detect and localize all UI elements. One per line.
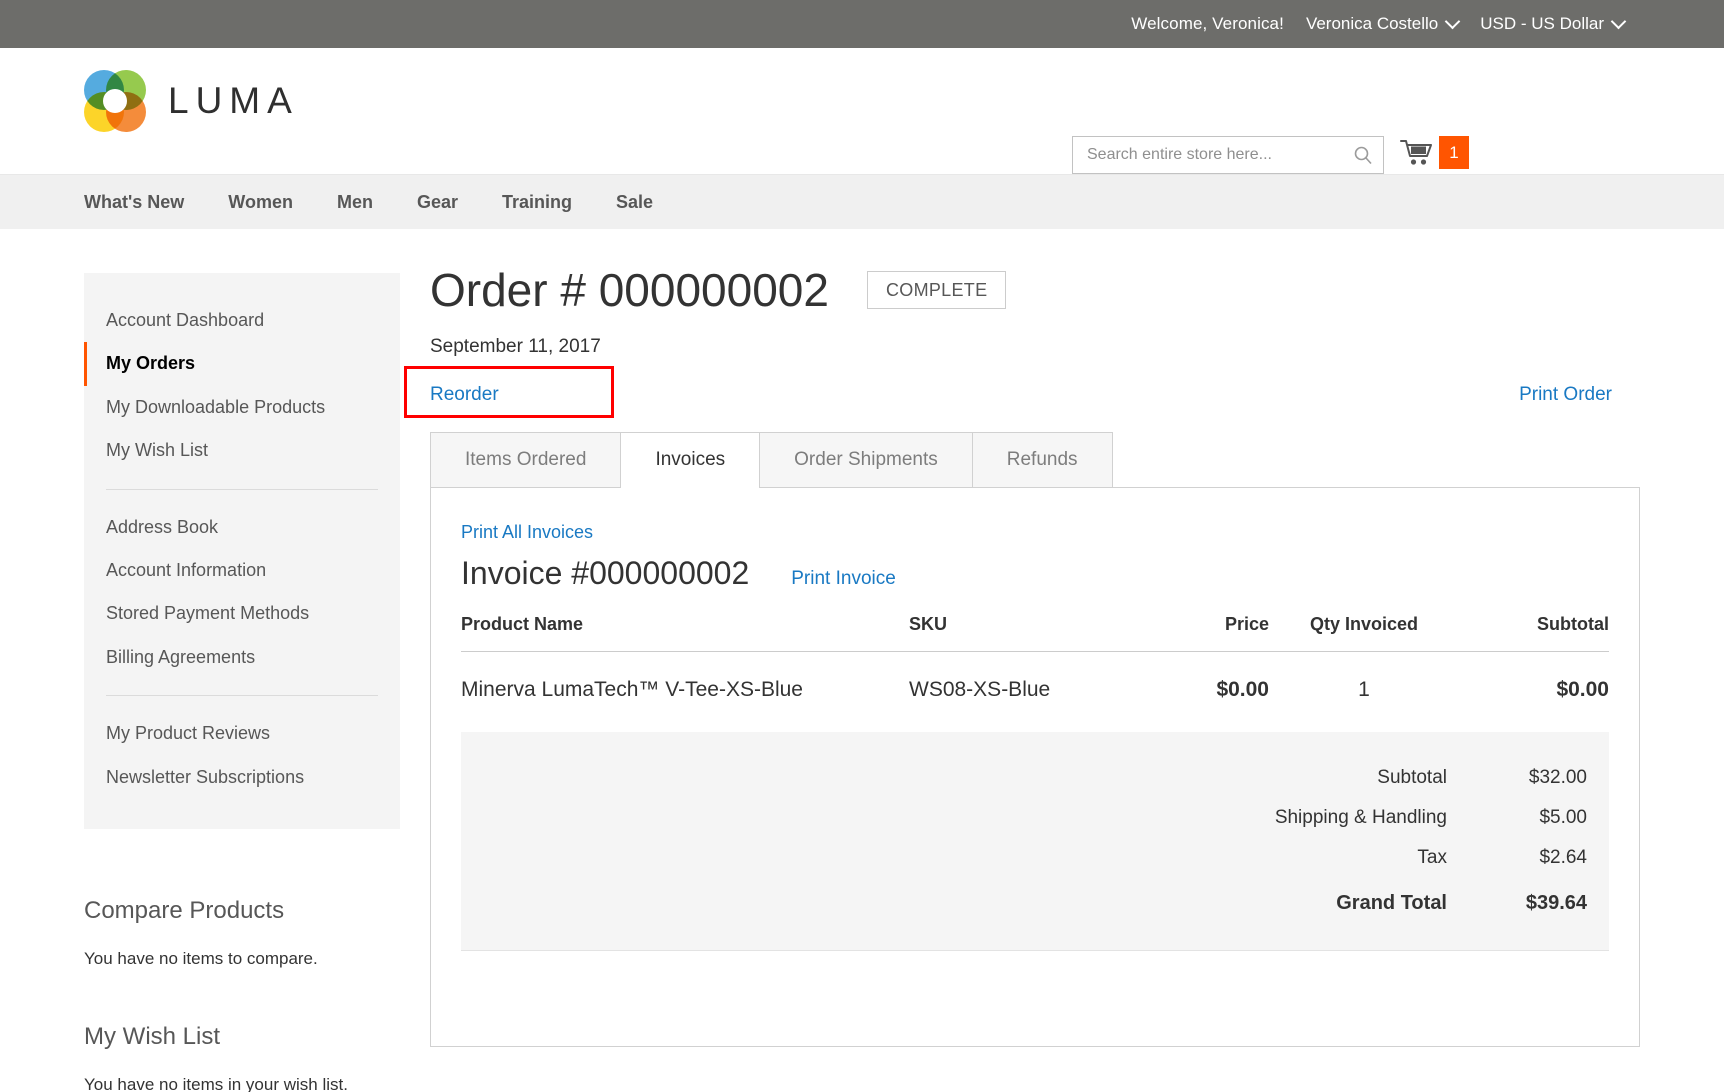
- wishlist-title: My Wish List: [84, 1022, 221, 1050]
- invoice-header-row: Invoice #000000002 Print Invoice: [461, 555, 1609, 592]
- tab-items-ordered[interactable]: Items Ordered: [430, 431, 622, 487]
- print-order-link[interactable]: Print Order: [1519, 384, 1640, 406]
- total-label-grand-total: Grand Total: [1336, 891, 1447, 914]
- reorder-link[interactable]: Reorder: [430, 384, 499, 406]
- col-qty-invoiced: Qty Invoiced: [1269, 613, 1459, 652]
- invoice-items-table: Product Name SKU Price Qty Invoiced Subt…: [461, 613, 1609, 730]
- account-nav: Account Dashboard My Orders My Downloada…: [84, 273, 400, 829]
- tab-refunds[interactable]: Refunds: [971, 431, 1113, 487]
- col-product-name: Product Name: [461, 613, 909, 652]
- print-all-invoices-link[interactable]: Print All Invoices: [461, 522, 593, 543]
- nav-item-sale[interactable]: Sale: [616, 175, 653, 230]
- luma-logo-icon: [84, 70, 146, 132]
- wishlist-widget: My Wish List You have no items in your w…: [84, 1023, 400, 1092]
- sidebar-item-my-wish-list[interactable]: My Wish List: [84, 429, 400, 472]
- table-row: Minerva LumaTech™ V-Tee-XS-Blue WS08-XS-…: [461, 651, 1609, 730]
- account-switcher[interactable]: Veronica Costello: [1305, 13, 1461, 34]
- total-row-tax: Tax $2.64: [461, 838, 1587, 878]
- cell-product-name: Minerva LumaTech™ V-Tee-XS-Blue: [461, 677, 803, 701]
- welcome-message: Welcome, Veronica!: [1131, 14, 1284, 33]
- compare-products-empty-text: You have no items to compare.: [84, 948, 318, 968]
- total-row-shipping: Shipping & Handling $5.00: [461, 798, 1587, 838]
- account-sidebar: Account Dashboard My Orders My Downloada…: [84, 229, 400, 1092]
- invoices-panel: Print All Invoices Invoice #000000002 Pr…: [430, 486, 1640, 1047]
- sidebar-item-my-orders[interactable]: My Orders: [84, 342, 400, 386]
- sidebar-item-my-downloadable-products[interactable]: My Downloadable Products: [84, 386, 400, 429]
- search-icon: [1354, 146, 1372, 165]
- page-title: Order # 000000002: [430, 264, 829, 316]
- order-status-badge: COMPLETE: [866, 271, 1007, 310]
- invoice-table-body: Minerva LumaTech™ V-Tee-XS-Blue WS08-XS-…: [461, 651, 1609, 730]
- nav-item-men[interactable]: Men: [337, 175, 373, 230]
- nav-item-gear[interactable]: Gear: [417, 175, 458, 230]
- cell-qty-invoiced: 1: [1358, 677, 1370, 701]
- cart-item-count: 1: [1439, 136, 1469, 169]
- logo-link[interactable]: LUMA: [84, 70, 299, 132]
- search-button[interactable]: [1343, 137, 1383, 173]
- total-value-subtotal: $32.00: [1528, 766, 1587, 788]
- currency-switcher[interactable]: USD - US Dollar: [1480, 13, 1627, 34]
- search-input[interactable]: [1072, 136, 1384, 174]
- chevron-down-icon: [1444, 13, 1461, 29]
- nav-item-women[interactable]: Women: [228, 175, 293, 230]
- wishlist-empty-text: You have no items in your wish list.: [84, 1074, 348, 1092]
- cell-subtotal: $0.00: [1556, 677, 1609, 701]
- invoice-totals: Subtotal $32.00 Shipping & Handling $5.0…: [461, 731, 1609, 951]
- order-actions-row: Reorder Print Order: [404, 365, 1640, 418]
- total-value-grand-total: $39.64: [1525, 891, 1587, 914]
- shopping-cart-icon: [1400, 139, 1432, 165]
- page-body: Account Dashboard My Orders My Downloada…: [0, 229, 1724, 1092]
- total-value-tax: $2.64: [1539, 846, 1587, 868]
- sidebar-item-account-information[interactable]: Account Information: [84, 549, 400, 592]
- tab-order-shipments[interactable]: Order Shipments: [759, 431, 973, 487]
- sidebar-item-account-dashboard[interactable]: Account Dashboard: [84, 299, 400, 342]
- total-label-tax: Tax: [1417, 846, 1447, 868]
- site-header: LUMA 1: [0, 48, 1724, 174]
- main-navigation: What's New Women Men Gear Training Sale: [0, 174, 1724, 229]
- total-row-subtotal: Subtotal $32.00: [461, 758, 1587, 798]
- order-tabs: Items Ordered Invoices Order Shipments R…: [430, 431, 1640, 488]
- sidebar-item-billing-agreements[interactable]: Billing Agreements: [84, 636, 400, 679]
- cell-sku: WS08-XS-Blue: [909, 677, 1051, 701]
- total-row-grand-total: Grand Total $39.64: [461, 878, 1587, 924]
- currency-switcher-label: USD - US Dollar: [1480, 14, 1604, 33]
- invoice-table-head: Product Name SKU Price Qty Invoiced Subt…: [461, 613, 1609, 652]
- account-switcher-label: Veronica Costello: [1305, 14, 1439, 33]
- invoice-title: Invoice #000000002: [461, 554, 750, 591]
- logo-text: LUMA: [168, 80, 299, 121]
- search-block: [1072, 136, 1384, 174]
- minicart-link[interactable]: 1: [1400, 136, 1469, 169]
- total-value-shipping: $5.00: [1539, 806, 1587, 828]
- sidebar-divider: [106, 488, 378, 490]
- compare-products-title: Compare Products: [84, 896, 285, 924]
- total-label-shipping: Shipping & Handling: [1274, 806, 1447, 828]
- sidebar-item-newsletter-subscriptions[interactable]: Newsletter Subscriptions: [84, 756, 400, 799]
- cell-price: $0.00: [1216, 677, 1269, 701]
- order-title-row: Order # 000000002 COMPLETE: [430, 265, 1640, 316]
- col-price: Price: [1119, 613, 1269, 652]
- col-subtotal: Subtotal: [1459, 613, 1609, 652]
- sidebar-divider: [106, 695, 378, 697]
- tab-invoices[interactable]: Invoices: [620, 431, 761, 488]
- chevron-down-icon: [1610, 13, 1627, 29]
- sidebar-item-address-book[interactable]: Address Book: [84, 506, 400, 549]
- nav-item-whats-new[interactable]: What's New: [84, 175, 184, 230]
- compare-products-widget: Compare Products You have no items to co…: [84, 897, 400, 971]
- nav-item-training[interactable]: Training: [502, 175, 572, 230]
- table-header-row: Product Name SKU Price Qty Invoiced Subt…: [461, 613, 1609, 652]
- sidebar-item-my-product-reviews[interactable]: My Product Reviews: [84, 712, 400, 755]
- order-view-main: Order # 000000002 COMPLETE September 11,…: [400, 229, 1640, 1092]
- total-label-subtotal: Subtotal: [1377, 766, 1447, 788]
- print-invoice-link[interactable]: Print Invoice: [791, 568, 896, 590]
- sidebar-item-stored-payment-methods[interactable]: Stored Payment Methods: [84, 592, 400, 635]
- order-date: September 11, 2017: [430, 335, 601, 357]
- top-panel: Welcome, Veronica! Veronica Costello USD…: [0, 0, 1724, 48]
- col-sku: SKU: [909, 613, 1119, 652]
